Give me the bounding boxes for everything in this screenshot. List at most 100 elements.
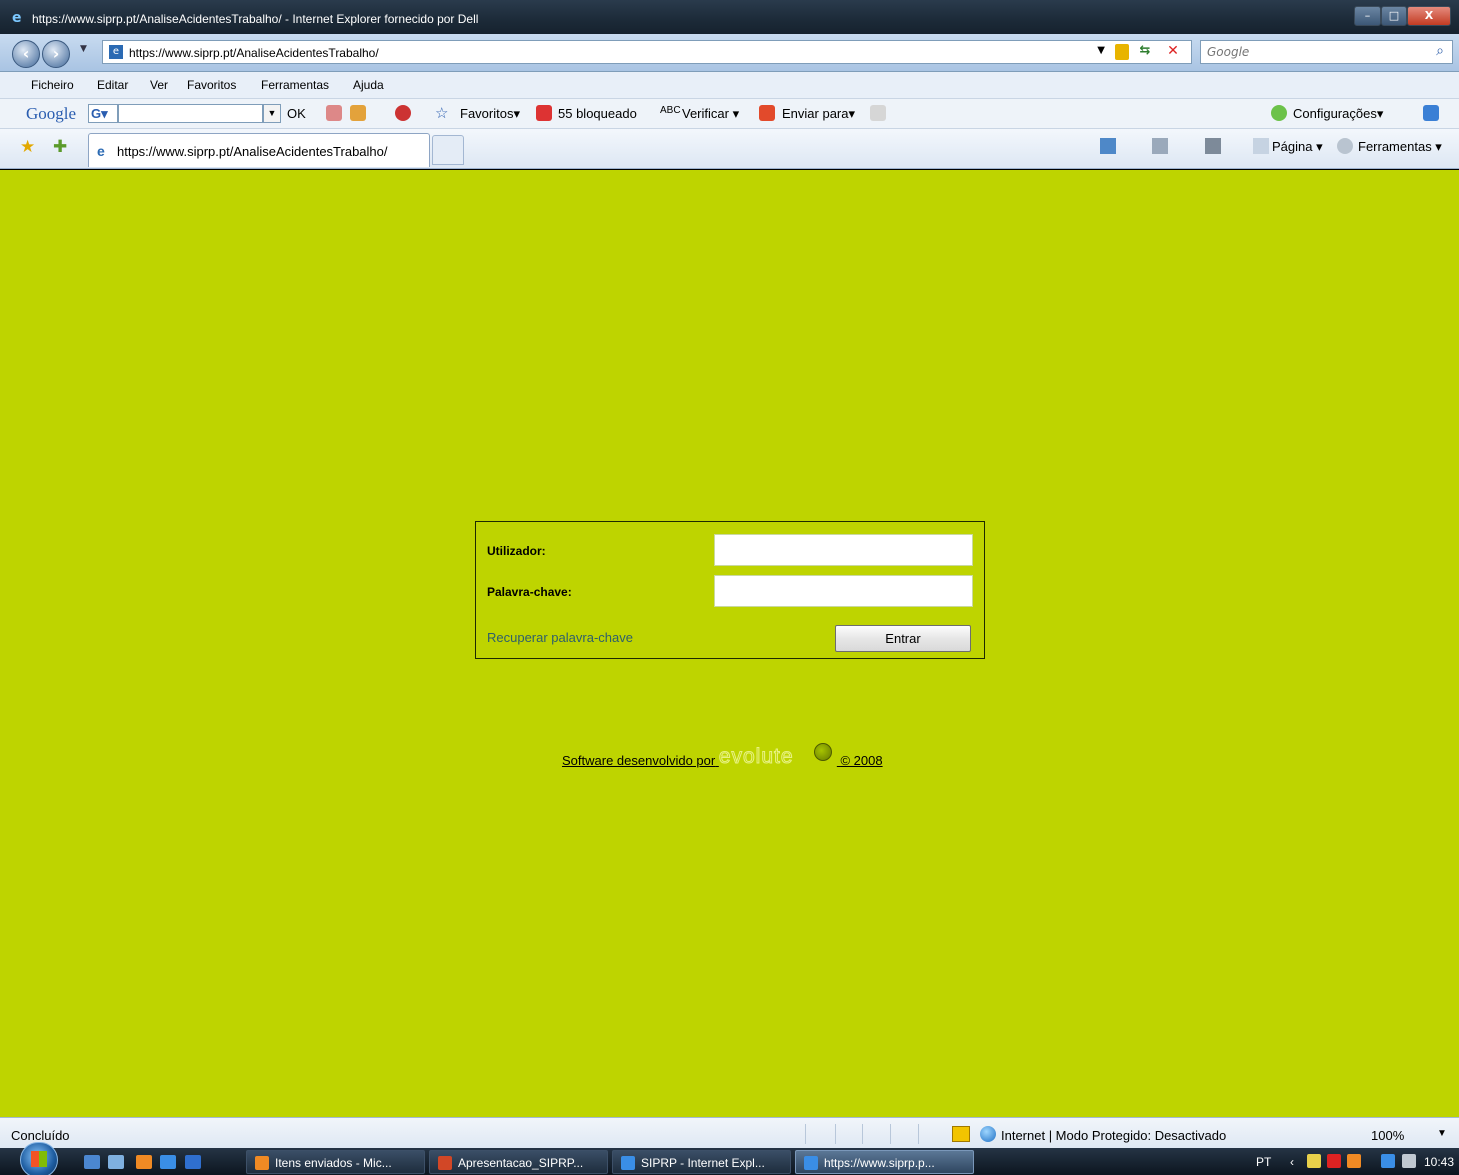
taskbar-button-ie-active[interactable]: https://www.siprp.p... [795, 1150, 974, 1174]
new-tab-button[interactable] [432, 135, 464, 165]
outlook-icon [255, 1156, 269, 1170]
window-controls: – □ X [1354, 6, 1451, 26]
history-dropdown-icon[interactable]: ▼ [80, 44, 87, 54]
ie-quicklaunch-icon[interactable] [160, 1155, 176, 1169]
address-url[interactable]: https://www.siprp.pt/AnaliseAcidentesTra… [129, 46, 379, 60]
show-desktop-icon[interactable] [84, 1155, 100, 1169]
google-ok-button[interactable]: OK [287, 106, 306, 121]
minimize-button[interactable]: – [1354, 6, 1381, 26]
toolbar-icon-3[interactable] [395, 105, 411, 121]
gear-icon [1337, 138, 1353, 154]
taskbar-button-ie-siprp[interactable]: SIPRP - Internet Expl... [612, 1150, 791, 1174]
tray-expand-icon[interactable]: ‹ [1290, 1155, 1294, 1169]
page-content: Utilizador: Palavra-chave: Recuperar pal… [0, 170, 1459, 1117]
add-favorite-icon[interactable]: ✚ [53, 137, 67, 157]
favorites-star-icon: ☆ [435, 105, 449, 122]
page-menu-button[interactable]: Página ▾ [1272, 139, 1323, 155]
toolbar-icon-1[interactable] [326, 105, 342, 121]
back-button[interactable]: ‹ [12, 40, 40, 68]
evolute-wordmark: evolute [718, 745, 794, 769]
footer-copyright: © 2008 [840, 753, 883, 768]
tab-title: https://www.siprp.pt/AnaliseAcidentesTra… [117, 144, 388, 159]
address-bar[interactable]: e https://www.siprp.pt/AnaliseAcidentesT… [102, 40, 1192, 64]
security-zone[interactable]: Internet | Modo Protegido: Desactivado [1001, 1128, 1226, 1143]
search-input[interactable] [1207, 42, 1417, 62]
language-indicator[interactable]: PT [1256, 1155, 1271, 1169]
google-toolbar: Google G▾ ▼ OK ☆ Favoritos▾ 55 bloqueado… [0, 99, 1459, 129]
network-tray-icon[interactable] [1381, 1154, 1395, 1168]
evolute-globe-icon [813, 743, 832, 761]
maximize-button[interactable]: □ [1381, 6, 1407, 26]
search-icon[interactable]: ⌕ [1436, 43, 1444, 59]
window-title: https://www.siprp.pt/AnaliseAcidentesTra… [32, 12, 479, 26]
google-search-input[interactable] [118, 104, 263, 123]
forward-button[interactable]: › [42, 40, 70, 68]
login-button[interactable]: Entrar [835, 625, 971, 652]
taskbar-button-powerpoint[interactable]: Apresentacao_SIPRP... [429, 1150, 608, 1174]
print-icon[interactable] [1205, 138, 1221, 154]
menu-editar[interactable]: Editar [97, 78, 128, 92]
mail-tray-icon[interactable] [1307, 1154, 1321, 1168]
taskbar-button-outlook[interactable]: Itens enviados - Mic... [246, 1150, 425, 1174]
toolbar-options-icon[interactable] [1423, 105, 1439, 121]
taskbar: Itens enviados - Mic... Apresentacao_SIP… [0, 1142, 1459, 1175]
refresh-icon[interactable]: ⇆ [1135, 43, 1155, 61]
settings-button[interactable]: Configurações▾ [1293, 106, 1383, 122]
toolbar-icon-2[interactable] [350, 105, 366, 121]
clock[interactable]: 10:43 [1424, 1155, 1454, 1169]
tab-current[interactable]: e https://www.siprp.pt/AnaliseAcidentesT… [88, 133, 430, 167]
spellcheck-icon: ABC [660, 105, 681, 116]
page-icon-right [1253, 138, 1269, 154]
outlook-quicklaunch-icon[interactable] [136, 1155, 152, 1169]
send-to-button[interactable]: Enviar para▾ [782, 106, 855, 122]
internet-zone-icon [980, 1126, 996, 1142]
menu-ferramentas[interactable]: Ferramentas [261, 78, 329, 92]
google-logo: Google [26, 104, 77, 123]
lock-icon[interactable] [1115, 44, 1129, 60]
stop-icon[interactable]: ✕ [1163, 43, 1183, 61]
spellcheck-button[interactable]: Verificar ▾ [682, 106, 739, 122]
recover-password-link[interactable]: Recuperar palavra-chave [487, 630, 633, 645]
ie-logo-icon: e [12, 10, 22, 26]
google-search-dropdown-icon[interactable]: ▼ [263, 104, 281, 123]
volume-tray-icon[interactable] [1402, 1154, 1416, 1168]
close-button[interactable]: X [1407, 6, 1451, 26]
page-scrollbar[interactable] [1450, 170, 1459, 1117]
menu-ajuda[interactable]: Ajuda [353, 78, 384, 92]
menu-ver[interactable]: Ver [150, 78, 168, 92]
media-quicklaunch-icon[interactable] [185, 1155, 201, 1169]
home-icon[interactable] [1100, 138, 1116, 154]
password-label: Palavra-chave: [487, 585, 572, 599]
status-bar: Concluído Internet | Modo Protegido: Des… [0, 1117, 1459, 1148]
pencil-icon[interactable] [870, 105, 886, 121]
search-box[interactable]: ⌕ [1200, 40, 1453, 64]
username-input[interactable] [714, 534, 973, 566]
footer-prefix: Software desenvolvido por [562, 753, 716, 768]
antivirus-tray-icon[interactable] [1327, 1154, 1341, 1168]
feeds-icon[interactable] [1152, 138, 1168, 154]
tab-ie-icon: e [97, 143, 105, 159]
start-button[interactable] [20, 1142, 58, 1175]
protected-mode-icon[interactable] [952, 1126, 970, 1142]
status-text: Concluído [11, 1128, 70, 1143]
settings-icon [1271, 105, 1287, 121]
outlook-tray-icon[interactable] [1347, 1154, 1361, 1168]
zoom-dropdown-icon[interactable]: ▼ [1437, 1128, 1447, 1139]
zoom-level[interactable]: 100% [1371, 1128, 1404, 1143]
switch-windows-icon[interactable] [108, 1155, 124, 1169]
favorites-button[interactable]: Favoritos▾ [460, 106, 520, 122]
password-input[interactable] [714, 575, 973, 607]
login-form: Utilizador: Palavra-chave: Recuperar pal… [475, 521, 985, 659]
ie-icon [621, 1156, 635, 1170]
favorites-center-icon[interactable]: ★ [20, 137, 35, 157]
evolute-logo[interactable]: evolute [718, 743, 833, 771]
tools-menu-button[interactable]: Ferramentas ▾ [1358, 139, 1442, 155]
menu-favoritos[interactable]: Favoritos [187, 78, 236, 92]
popup-blocker-icon [536, 105, 552, 121]
page-icon: e [109, 45, 123, 59]
google-g-button[interactable]: G▾ [88, 104, 118, 123]
menu-ficheiro[interactable]: Ficheiro [31, 78, 74, 92]
send-to-icon [759, 105, 775, 121]
address-dropdown-icon[interactable]: ▼ [1097, 45, 1105, 56]
popup-blocked-count[interactable]: 55 bloqueado [558, 106, 637, 121]
